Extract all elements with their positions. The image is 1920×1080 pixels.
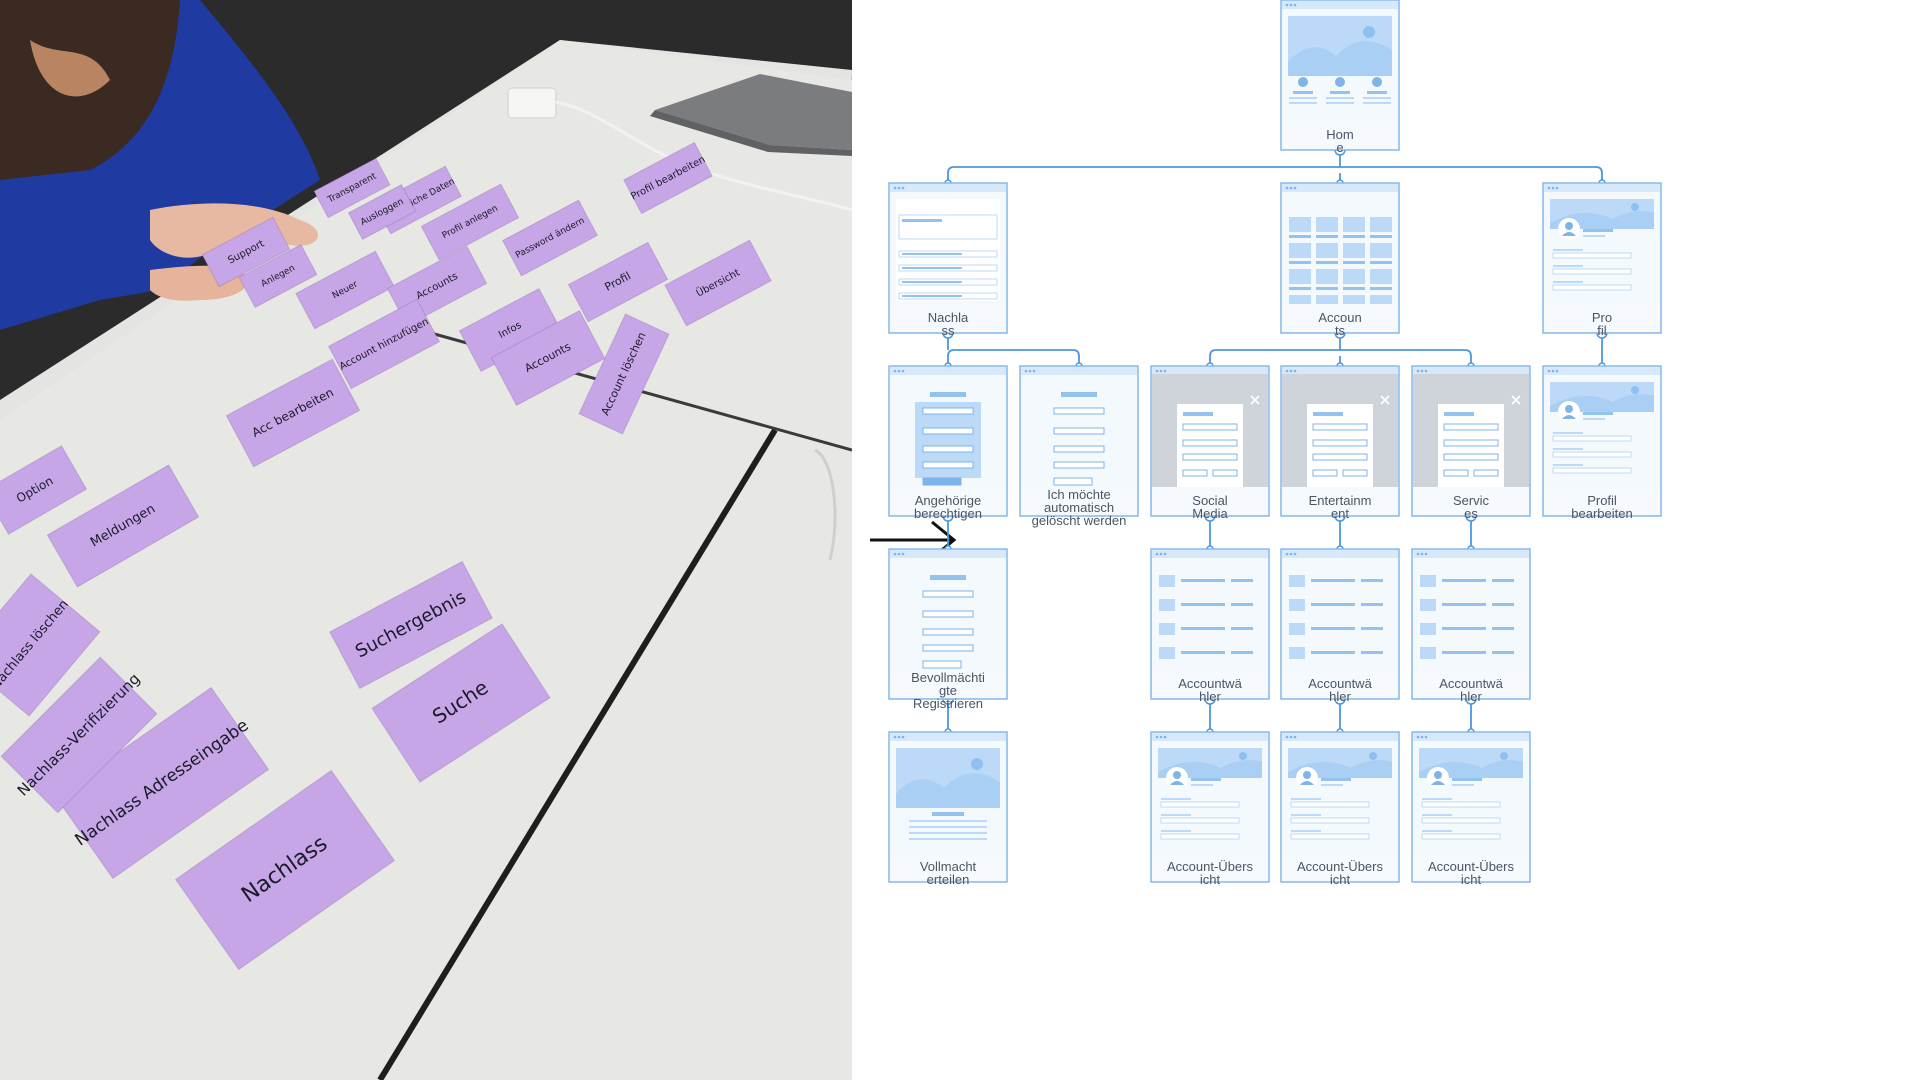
sitemap-card-uebersicht-services[interactable]: Account-Übersicht — [1411, 731, 1531, 887]
window-dots-icon — [1285, 3, 1297, 7]
card-label: erteilen — [927, 872, 970, 887]
connector-group — [944, 144, 1606, 187]
card-titlebar — [1282, 733, 1398, 741]
window-dots-icon — [1416, 369, 1428, 373]
card-titlebar — [1544, 367, 1660, 375]
window-dots-icon — [1416, 735, 1428, 739]
sitemap-card-vollmacht[interactable]: Vollmachterteilen — [888, 731, 1008, 887]
card-label: es — [1464, 506, 1478, 521]
card-titlebar — [1413, 733, 1529, 741]
card-titlebar — [1021, 367, 1137, 375]
window-dots-icon — [893, 186, 905, 190]
sitemap-card-uebersicht-entertainment[interactable]: Account-Übersicht — [1280, 731, 1400, 887]
sitemap-card-accounts[interactable]: Accounts — [1280, 182, 1400, 338]
card-titlebar — [1152, 733, 1268, 741]
connector-line — [947, 349, 1080, 357]
card-titlebar — [1152, 550, 1268, 558]
card-titlebar — [1282, 184, 1398, 192]
connector-group — [942, 327, 1083, 370]
card-label: berechtigen — [914, 506, 982, 521]
window-dots-icon — [1155, 735, 1167, 739]
window-dots-icon — [893, 369, 905, 373]
window-dots-icon — [1024, 369, 1036, 373]
connector-line — [1209, 349, 1472, 357]
card-label: hler — [1329, 689, 1351, 704]
window-dots-icon — [1416, 552, 1428, 556]
card-label: e — [1336, 140, 1343, 155]
card-label: bearbeiten — [1571, 506, 1632, 521]
card-label: icht — [1330, 872, 1351, 887]
sitemap-card-nachlass[interactable]: Nachlass — [888, 182, 1008, 338]
sitemap-card-acw-social[interactable]: Accountwähler — [1150, 548, 1270, 704]
sitemap-card-profil[interactable]: Profil — [1542, 182, 1662, 338]
card-label: fil — [1597, 323, 1607, 338]
card-label: ent — [1331, 506, 1349, 521]
sitemap-diagram: Hom e Nachla ss Accoun ts Pro fil Angehörige bere… — [852, 0, 1920, 1080]
card-label: Media — [1192, 506, 1228, 521]
card-label: ts — [1335, 323, 1346, 338]
sitemap-card-loeschen[interactable]: Ich möchteautomatischgelöscht werden — [1019, 365, 1139, 528]
card-titlebar — [1544, 184, 1660, 192]
window-dots-icon — [1155, 552, 1167, 556]
card-titlebar — [890, 733, 1006, 741]
sitemap-card-bevollmaechtigte[interactable]: BevollmächtigteRegistrieren — [888, 548, 1008, 711]
sitemap-card-profil-bearbeiten[interactable]: Profilbearbeiten — [1542, 365, 1662, 521]
sitemap-card-acw-entertainment[interactable]: Accountwähler — [1280, 548, 1400, 704]
card-label: gelöscht werden — [1032, 513, 1127, 528]
window-dots-icon — [1547, 186, 1559, 190]
window-dots-icon — [1547, 369, 1559, 373]
window-dots-icon — [1285, 369, 1297, 373]
sitemap-card-uebersicht-social[interactable]: Account-Übersicht — [1150, 731, 1270, 887]
card-label: ss — [942, 323, 956, 338]
sitemap-card-entertainment[interactable]: Entertainment — [1280, 365, 1400, 521]
sitemap-canvas: Home Nachlass Accounts Profil Angehörigebere… — [888, 0, 1662, 887]
card-sorting-table: Profil bearbeitenTransparent Persönliche … — [0, 0, 852, 1080]
sitemap-card-acw-services[interactable]: Accountwähler — [1411, 548, 1531, 704]
card-titlebar — [1152, 367, 1268, 375]
connector-line — [947, 166, 1603, 174]
card-label: icht — [1200, 872, 1221, 887]
workshop-photo: Profil bearbeiten Transparent Persönliche … — [0, 0, 852, 1080]
window-dots-icon — [1285, 552, 1297, 556]
card-titlebar — [1413, 550, 1529, 558]
sitemap-card-social[interactable]: SocialMedia — [1150, 365, 1270, 521]
card-titlebar — [1282, 1, 1398, 9]
card-label: icht — [1461, 872, 1482, 887]
card-label: hler — [1199, 689, 1221, 704]
card-titlebar — [890, 367, 1006, 375]
card-label: Registrieren — [913, 696, 983, 711]
window-dots-icon — [1285, 735, 1297, 739]
window-dots-icon — [893, 735, 905, 739]
card-titlebar — [890, 184, 1006, 192]
window-dots-icon — [893, 552, 905, 556]
sitemap-card-services[interactable]: Services — [1411, 365, 1531, 521]
window-dots-icon — [1155, 369, 1167, 373]
sitemap-card-home[interactable]: Home — [1280, 0, 1400, 155]
window-dots-icon — [1285, 186, 1297, 190]
card-titlebar — [890, 550, 1006, 558]
card-label: hler — [1460, 689, 1482, 704]
sitemap-card-angehoerige[interactable]: Angehörigeberechtigen — [888, 365, 1008, 521]
card-titlebar — [1282, 550, 1398, 558]
card-titlebar — [1413, 367, 1529, 375]
card-titlebar — [1282, 367, 1398, 375]
